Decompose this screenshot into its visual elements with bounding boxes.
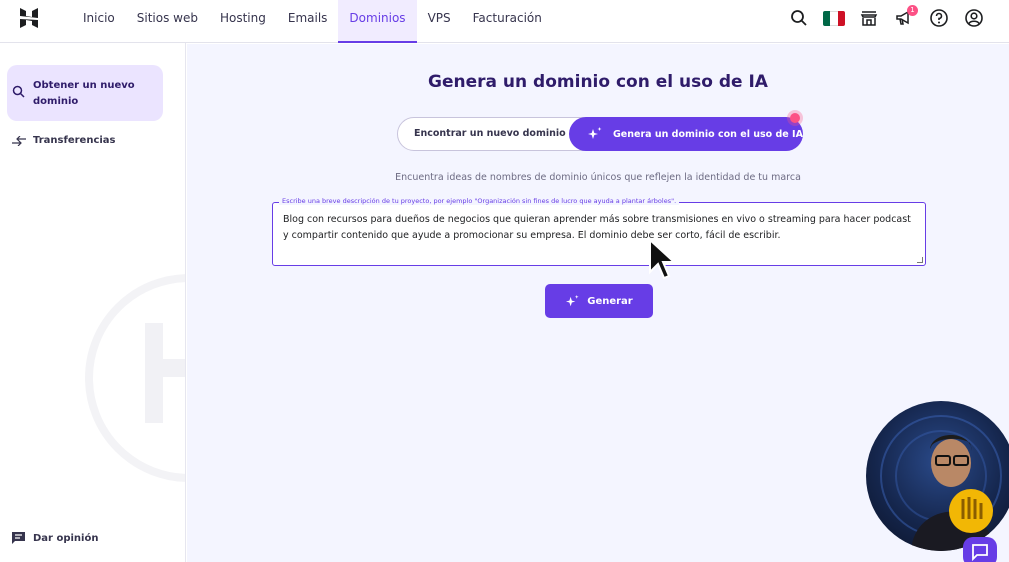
sidebar-item-label: Transferencias: [33, 135, 116, 146]
nav-item-vps[interactable]: VPS: [417, 0, 462, 43]
hostinger-logo[interactable]: [19, 7, 39, 29]
toggle-ai-domain[interactable]: Genera un dominio con el uso de IA: [569, 113, 803, 151]
new-indicator-dot: [790, 113, 800, 123]
generate-button[interactable]: Generar: [545, 284, 653, 318]
sidebar-item-obtener-dominio[interactable]: Obtener un nuevo dominio: [7, 65, 163, 121]
search-icon: [12, 85, 25, 98]
transfer-arrows-icon: [12, 135, 26, 146]
nav-item-sitios-web[interactable]: Sitios web: [126, 0, 209, 43]
page-subtitle: Encuentra ideas de nombres de dominio ún…: [395, 172, 801, 183]
store-icon[interactable]: [858, 7, 880, 29]
feedback-label: Dar opinión: [33, 532, 99, 544]
nav-item-facturacion[interactable]: Facturación: [462, 0, 553, 43]
presenter-image: [880, 415, 1002, 551]
chat-icon: [972, 544, 988, 562]
language-flag-mexico-icon[interactable]: [823, 7, 845, 29]
feedback-button[interactable]: Dar opinión: [11, 531, 98, 545]
toggle-find-domain[interactable]: Encontrar un nuevo dominio: [414, 118, 566, 150]
notification-badge: 1: [907, 5, 918, 16]
hostinger-watermark-logo: [85, 274, 185, 482]
sidebar: Obtener un nuevo dominio Transferencias …: [0, 43, 186, 562]
sidebar-item-transferencias[interactable]: Transferencias: [11, 135, 116, 146]
sidebar-item-label: Obtener un nuevo dominio: [33, 80, 135, 107]
presenter-webcam: [866, 401, 1009, 551]
chat-support-button[interactable]: [963, 537, 997, 562]
page-title: Genera un dominio con el uso de IA: [428, 72, 768, 92]
account-icon[interactable]: [963, 7, 985, 29]
resize-handle-icon[interactable]: [917, 257, 923, 263]
help-icon[interactable]: [928, 7, 950, 29]
search-icon[interactable]: [788, 7, 810, 29]
mode-toggle: Encontrar un nuevo dominio Genera un dom…: [397, 113, 803, 151]
textarea-value[interactable]: Blog con recursos para dueños de negocio…: [283, 212, 915, 244]
nav-item-emails[interactable]: Emails: [277, 0, 339, 43]
top-navbar: Inicio Sitios web Hosting Emails Dominio…: [0, 0, 1009, 43]
toggle-ai-label: Genera un dominio con el uso de IA: [613, 128, 803, 140]
sparkle-icon: [566, 294, 579, 306]
feedback-icon: [12, 532, 25, 544]
nav-item-dominios[interactable]: Dominios: [338, 0, 417, 43]
textarea-label: Escribe una breve descripción de tu proy…: [279, 197, 680, 205]
sparkle-icon: [588, 127, 602, 139]
generate-button-label: Generar: [587, 295, 633, 307]
announcement-icon[interactable]: 1: [893, 5, 918, 29]
top-icons: 1: [788, 5, 985, 29]
nav-item-hosting[interactable]: Hosting: [209, 0, 277, 43]
main-nav: Inicio Sitios web Hosting Emails Dominio…: [72, 0, 553, 43]
description-textarea[interactable]: Escribe una breve descripción de tu proy…: [272, 197, 926, 266]
mouse-pointer-icon: [649, 238, 676, 280]
nav-item-inicio[interactable]: Inicio: [72, 0, 126, 43]
